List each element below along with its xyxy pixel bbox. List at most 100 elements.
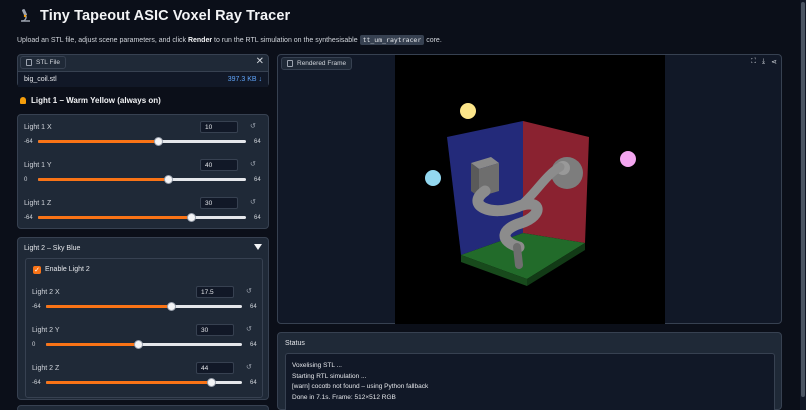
- slider-fill: [46, 305, 171, 308]
- enable-light2-label[interactable]: Enable Light 2: [45, 266, 90, 273]
- reset-icon[interactable]: ↺: [250, 122, 256, 130]
- slider-track[interactable]: [38, 175, 246, 184]
- page: Tiny Tapeout ASIC Voxel Ray Tracer Uploa…: [0, 0, 806, 410]
- subtitle-text-3: core.: [424, 37, 442, 44]
- slider-fill: [38, 178, 168, 181]
- slider-track[interactable]: [38, 137, 246, 146]
- subtitle-render-word: Render: [187, 37, 213, 44]
- collapse-caret-icon[interactable]: [254, 244, 262, 250]
- slider-label: Light 1 X: [24, 124, 52, 131]
- slider-fill: [46, 381, 211, 384]
- frame-toolbar: ⛶ ⤓ ⋖: [751, 58, 777, 66]
- slider-track[interactable]: [46, 378, 242, 387]
- header: Tiny Tapeout ASIC Voxel Ray Tracer: [17, 8, 290, 24]
- slider-thumb[interactable]: [167, 302, 176, 311]
- slider-min-label: -64: [24, 215, 33, 221]
- slider-fill: [46, 343, 138, 346]
- page-scrollbar[interactable]: [800, 0, 806, 410]
- app-title: Tiny Tapeout ASIC Voxel Ray Tracer: [40, 8, 291, 24]
- slider-label: Light 1 Z: [24, 200, 52, 207]
- status-line: [warn] cocotb not found – using Python f…: [292, 383, 429, 390]
- slider-min-label: 0: [24, 177, 28, 183]
- light2-z-slider[interactable]: Light 2 Z 44 ↺ -64 64: [32, 362, 258, 389]
- slider-track[interactable]: [38, 213, 246, 222]
- light2-body: ✓ Enable Light 2 Light 2 X 17.5 ↺ -64 64 Lig…: [25, 258, 263, 398]
- slider-min-label: 0: [32, 342, 36, 348]
- status-log[interactable]: Voxelising STL ... Starting RTL simulati…: [285, 353, 775, 410]
- subtitle-text-1: Upload an STL file, adjust scene paramet…: [17, 37, 188, 44]
- slider-track[interactable]: [46, 340, 242, 349]
- slider-max-label: 64: [250, 342, 257, 348]
- light1-y-slider[interactable]: Light 1 Y 40 ↺ 0 64: [24, 159, 262, 186]
- slider-max-label: 64: [254, 177, 261, 183]
- light1-panel: Light 1 X 10 ↺ -64 64 Light 1 Y 40 ↺ 0 64 Light …: [17, 114, 269, 229]
- slider-value-input[interactable]: 30: [200, 197, 238, 209]
- slider-label: Light 2 X: [32, 289, 60, 296]
- download-icon[interactable]: ⤓: [762, 58, 765, 66]
- slider-fill: [38, 140, 158, 143]
- slider-value-input[interactable]: 44: [196, 362, 234, 374]
- slider-thumb[interactable]: [154, 137, 163, 146]
- slider-label: Light 2 Z: [32, 365, 60, 372]
- next-section-stub: [17, 405, 269, 410]
- voxel-coil-base: [513, 243, 523, 269]
- slider-fill: [38, 216, 191, 219]
- slider-thumb[interactable]: [207, 378, 216, 387]
- frame-label-tag: Rendered Frame: [281, 57, 353, 70]
- light2-y-slider[interactable]: Light 2 Y 30 ↺ 0 64: [32, 324, 258, 351]
- slider-value-input[interactable]: 40: [200, 159, 238, 171]
- light1-z-slider[interactable]: Light 1 Z 30 ↺ -64 64: [24, 197, 262, 224]
- subtitle-core-name: tt_um_raytracer: [359, 35, 425, 45]
- slider-max-label: 64: [250, 380, 257, 386]
- scrollbar-thumb[interactable]: [801, 2, 805, 397]
- slider-max-label: 64: [250, 304, 257, 310]
- reset-icon[interactable]: ↺: [246, 325, 252, 333]
- reset-icon[interactable]: ↺: [250, 160, 256, 168]
- fullscreen-icon[interactable]: ⛶: [751, 58, 756, 66]
- stl-upload[interactable]: STL File ✕ big_coil.stl 397.3 KB ↓: [17, 54, 269, 87]
- rendered-image: [395, 55, 665, 324]
- slider-value-input[interactable]: 17.5: [196, 286, 234, 298]
- slider-min-label: -64: [24, 139, 33, 145]
- slider-value-input[interactable]: 30: [196, 324, 234, 336]
- slider-min-label: -64: [32, 380, 41, 386]
- rendered-frame-panel: Rendered Frame ⛶ ⤓ ⋖: [277, 54, 782, 324]
- status-title: Status: [285, 340, 305, 347]
- light3-marker: [620, 151, 636, 167]
- status-panel: Status Voxelising STL ... Starting RTL s…: [277, 332, 782, 410]
- status-line: Starting RTL simulation ...: [292, 372, 367, 380]
- enable-light2-checkbox[interactable]: ✓: [33, 266, 41, 274]
- slider-min-label: -64: [32, 304, 41, 310]
- light2-title[interactable]: Light 2 – Sky Blue: [24, 245, 80, 252]
- image-icon: [287, 60, 293, 67]
- slider-thumb[interactable]: [187, 213, 196, 222]
- light2-x-slider[interactable]: Light 2 X 17.5 ↺ -64 64: [32, 286, 258, 313]
- light2-marker: [425, 170, 441, 186]
- reset-icon[interactable]: ↺: [246, 287, 252, 295]
- slider-track[interactable]: [46, 302, 242, 311]
- light1-marker: [460, 103, 476, 119]
- close-icon[interactable]: ✕: [256, 56, 264, 67]
- stl-label: STL File: [36, 59, 60, 66]
- app-subtitle: Upload an STL file, adjust scene paramet…: [17, 35, 442, 45]
- light1-x-slider[interactable]: Light 1 X 10 ↺ -64 64: [24, 121, 262, 148]
- share-icon[interactable]: ⋖: [771, 58, 777, 66]
- frame-label: Rendered Frame: [297, 60, 347, 67]
- reset-icon[interactable]: ↺: [250, 198, 256, 206]
- reset-icon[interactable]: ↺: [246, 363, 252, 371]
- microscope-icon: [21, 9, 30, 22]
- file-row: big_coil.stl 397.3 KB ↓: [18, 71, 268, 87]
- slider-thumb[interactable]: [164, 175, 173, 184]
- file-download-link[interactable]: 397.3 KB ↓: [228, 76, 262, 83]
- slider-max-label: 64: [254, 139, 261, 145]
- slider-label: Light 1 Y: [24, 162, 52, 169]
- light1-heading: Light 1 – Warm Yellow (always on): [20, 96, 161, 105]
- light2-accordion: Light 2 – Sky Blue ✓ Enable Light 2 Ligh…: [17, 237, 269, 400]
- slider-thumb[interactable]: [134, 340, 143, 349]
- status-line: Voxelising STL ...: [292, 362, 342, 369]
- slider-value-input[interactable]: 10: [200, 121, 238, 133]
- stl-label-tag: STL File: [20, 56, 66, 69]
- file-name: big_coil.stl: [24, 76, 57, 83]
- status-line: Done in 7.1s. Frame: 512×512 RGB: [292, 393, 396, 401]
- slider-max-label: 64: [254, 215, 261, 221]
